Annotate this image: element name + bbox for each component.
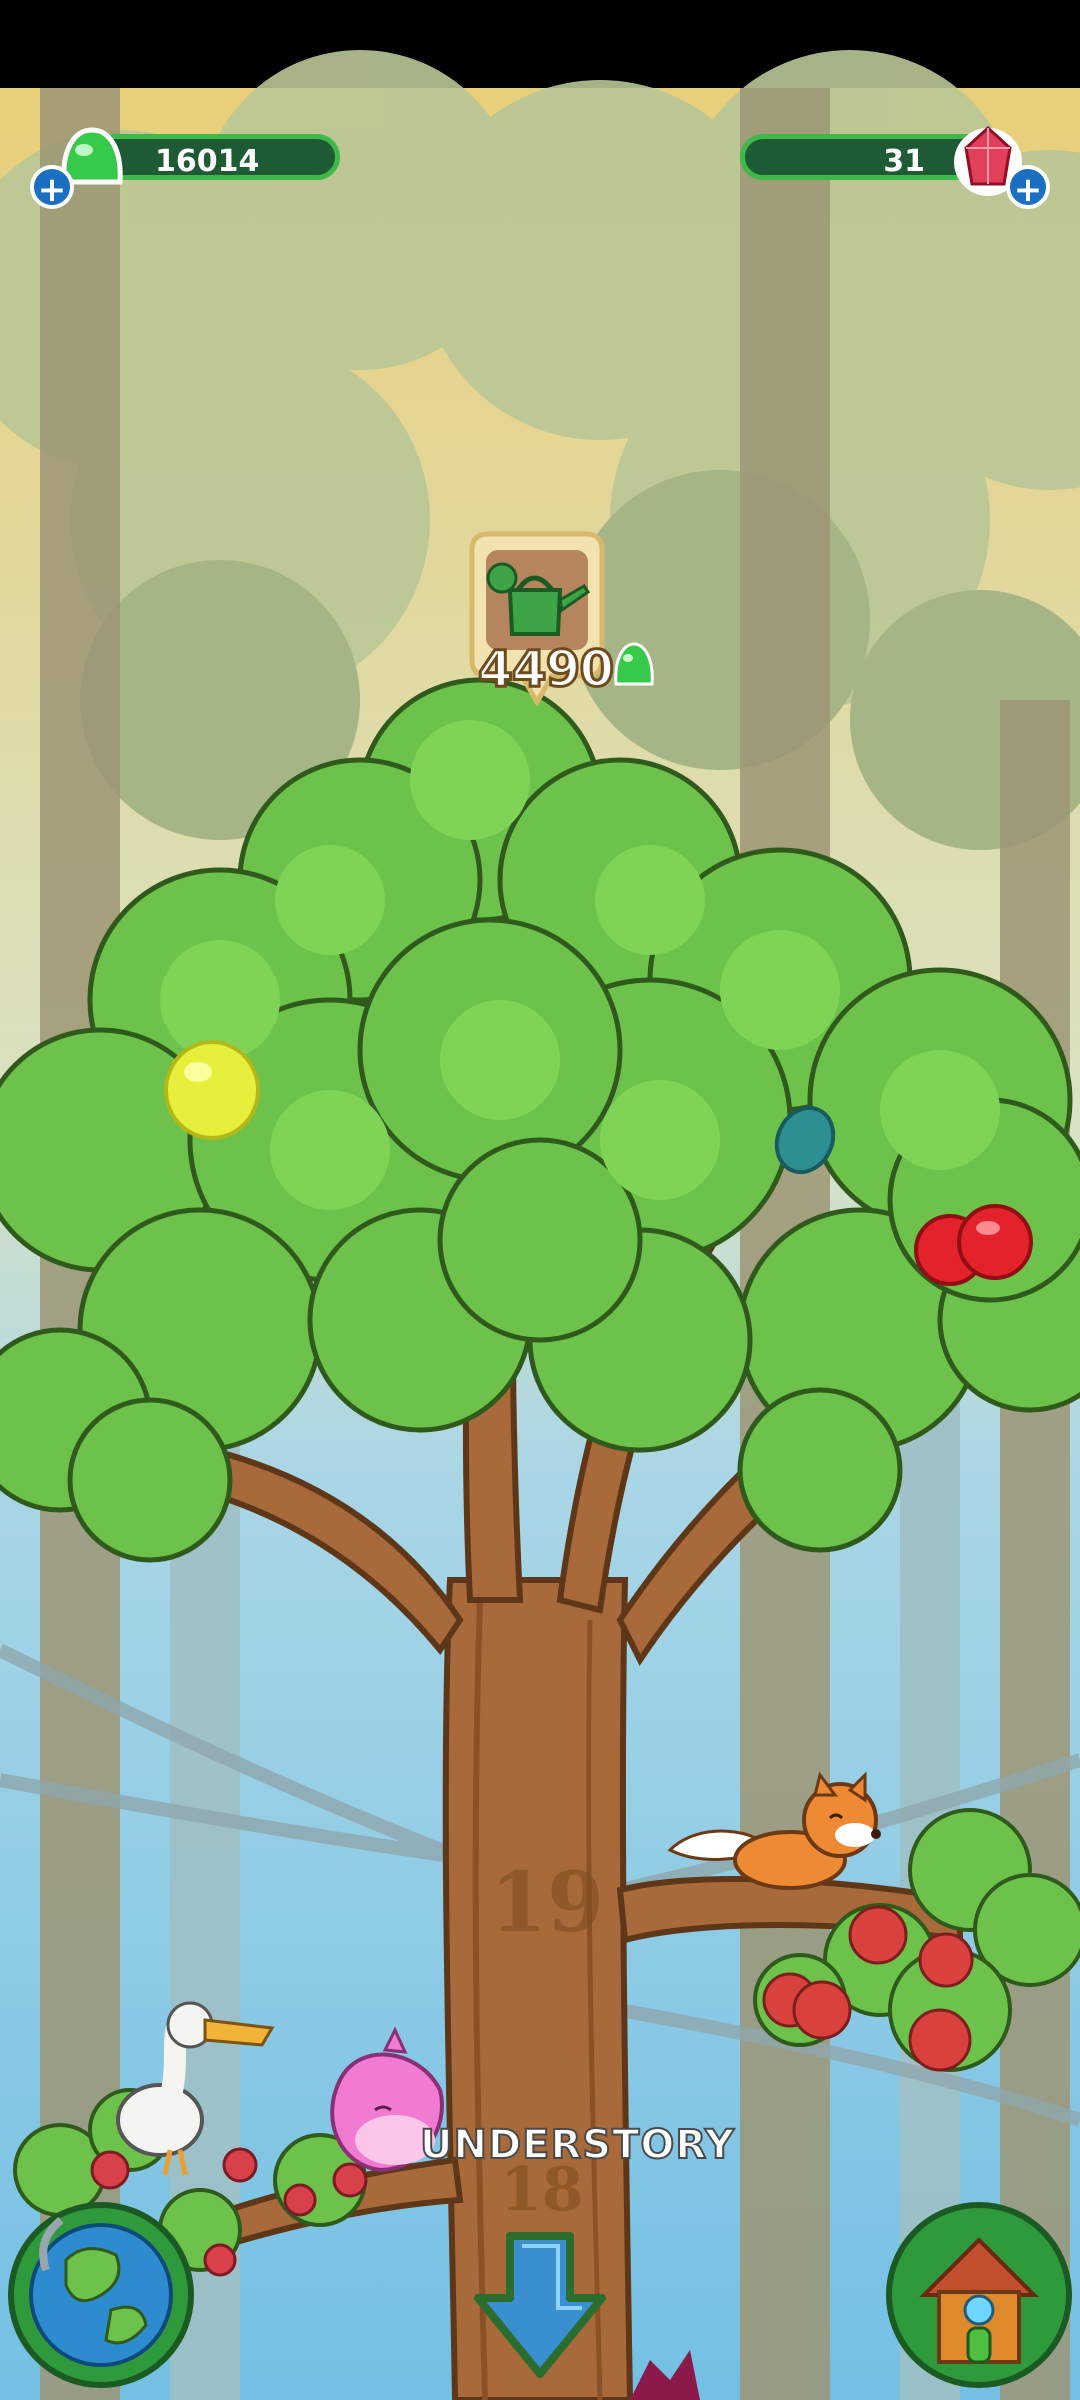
layer-name-label: UNDERSTORY bbox=[419, 2121, 735, 2169]
yellow-fruit[interactable] bbox=[164, 1040, 260, 1140]
globe-button[interactable] bbox=[6, 2200, 196, 2390]
house-icon bbox=[886, 2202, 1072, 2388]
forest-scene bbox=[0, 50, 1080, 2400]
watering-upgrade-button[interactable]: 4490 bbox=[462, 530, 654, 710]
globe-icon bbox=[8, 2202, 194, 2388]
gem-currency-counter: 31 + bbox=[720, 120, 1050, 210]
green-jelly-icon bbox=[614, 642, 654, 686]
add-jelly-button[interactable]: + bbox=[30, 165, 74, 210]
jelly-currency-counter: 16014 + bbox=[30, 120, 360, 210]
scroll-down-button[interactable] bbox=[470, 2230, 610, 2380]
down-arrow-icon bbox=[474, 2232, 606, 2378]
treehouse-button[interactable] bbox=[884, 2200, 1074, 2390]
tree-level-upper: 19 bbox=[490, 1855, 605, 1951]
add-gem-button[interactable]: + bbox=[1006, 165, 1050, 210]
watering-cost: 4490 bbox=[476, 639, 615, 700]
